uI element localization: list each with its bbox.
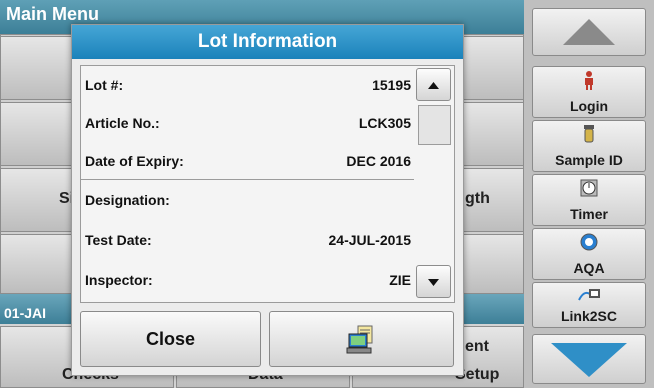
aqa-label: AQA — [573, 260, 605, 276]
expiry-date-value: DEC 2016 — [346, 153, 411, 169]
login-label: Login — [569, 98, 609, 114]
lot-number-label: Lot #: — [85, 77, 124, 93]
inspector-label: Inspector: — [85, 272, 153, 288]
link2sc-button[interactable]: Link2SC — [532, 282, 646, 328]
timer-label: Timer — [570, 206, 608, 222]
close-label: Close — [145, 329, 196, 349]
lot-info-list: Lot #: 15195 Article No.: LCK305 Date of… — [80, 65, 416, 303]
main-menu-title: Main Menu — [6, 4, 99, 24]
list-item: Inspector: ZIE — [81, 261, 415, 299]
list-item: Designation: — [81, 181, 415, 219]
person-icon — [533, 70, 645, 95]
computer-icon — [346, 325, 373, 354]
login-button[interactable]: Login — [532, 66, 646, 118]
lot-number-value: 15195 — [372, 77, 411, 93]
timer-button[interactable]: Timer — [532, 174, 646, 226]
menu-tile-label: ent — [465, 338, 489, 355]
sample-id-button[interactable]: Sample ID — [532, 120, 646, 172]
test-date-label: Test Date: — [85, 232, 152, 248]
list-scroll-down-button[interactable] — [416, 265, 451, 298]
aqa-button[interactable]: AQA — [532, 228, 646, 280]
close-button[interactable]: Close — [80, 311, 261, 367]
list-item: Test Date: 24-JUL-2015 — [81, 221, 415, 259]
list-item: Date of Expiry: DEC 2016 — [81, 142, 415, 180]
article-number-value: LCK305 — [358, 115, 411, 131]
test-date-value: 24-JUL-2015 — [328, 232, 412, 248]
list-item: Lot #: 15195 — [81, 66, 415, 104]
arrow-up-icon — [563, 19, 615, 45]
menu-tile-label: gth — [465, 190, 490, 207]
expiry-date-label: Date of Expiry: — [85, 153, 184, 169]
sample-vial-icon — [533, 124, 645, 149]
dialog-title: Lot Information — [72, 25, 463, 59]
link2sc-label: Link2SC — [560, 308, 617, 324]
designation-label: Designation: — [85, 192, 170, 208]
arrow-down-icon — [428, 279, 439, 286]
sample-id-label: Sample ID — [555, 152, 623, 168]
status-date: 01-JAI — [4, 305, 47, 321]
timer-icon — [533, 178, 645, 203]
scroll-down-button[interactable] — [532, 334, 646, 384]
arrow-down-icon — [551, 343, 627, 377]
list-scrollbar[interactable] — [414, 65, 455, 303]
list-scroll-up-button[interactable] — [416, 68, 451, 101]
lot-information-dialog: Lot Information Lot #: 15195 Article No.… — [71, 24, 464, 376]
inspector-value: ZIE — [389, 272, 411, 288]
scroll-thumb[interactable] — [418, 105, 451, 145]
arrow-up-icon — [428, 82, 439, 89]
aqa-icon — [533, 232, 645, 257]
print-button[interactable] — [269, 311, 454, 367]
scroll-up-button[interactable] — [532, 8, 646, 56]
list-item: Article No.: LCK305 — [81, 104, 415, 142]
sidebar: Login Sample ID Timer AQA Link2SC — [524, 0, 654, 388]
link2sc-icon — [533, 286, 645, 309]
screen: Main Menu Si gth 01-JAI ent Checks Data … — [0, 0, 654, 388]
article-number-label: Article No.: — [85, 115, 160, 131]
